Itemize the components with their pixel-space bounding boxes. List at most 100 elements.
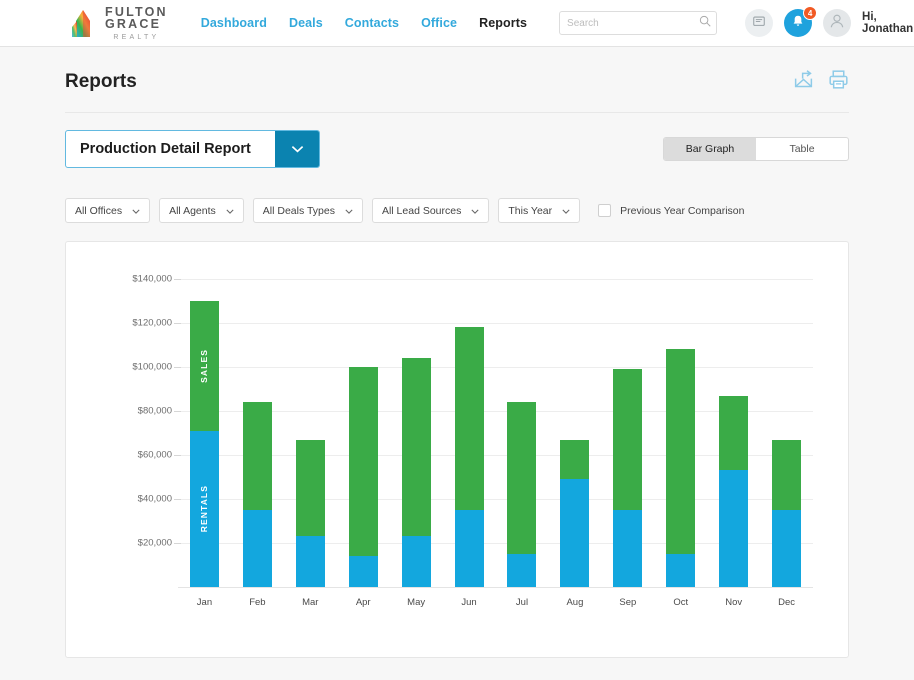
- chevron-down-icon: [471, 205, 479, 217]
- filter-deal-types-label: All Deals Types: [262, 204, 335, 217]
- bar-segment-rentals[interactable]: [772, 510, 802, 587]
- x-axis-label: Sep: [619, 597, 637, 608]
- avatar[interactable]: [823, 9, 852, 37]
- fulton-grace-house-icon: [70, 8, 96, 38]
- bar-segment-sales[interactable]: [454, 327, 484, 510]
- chevron-down-icon: [226, 205, 234, 217]
- stacked-bar[interactable]: [454, 327, 484, 587]
- y-axis-label: $120,000: [132, 317, 172, 329]
- x-axis-label: Apr: [355, 597, 371, 608]
- x-axis-label: Nov: [725, 597, 743, 608]
- brand-name: FULTON GRACE: [105, 4, 168, 31]
- bar-segment-rentals[interactable]: [666, 554, 696, 587]
- filter-agents[interactable]: All Agents: [159, 198, 244, 223]
- x-axis-label: Feb: [249, 597, 266, 608]
- bar-segment-sales[interactable]: [666, 349, 696, 554]
- bar-segment-rentals[interactable]: [242, 510, 272, 587]
- bar-segment-rentals[interactable]: [507, 554, 537, 587]
- x-axis-label: May: [407, 597, 426, 608]
- chart-card: $20,000 $40,000 $60,000 $80,000 $100,000 $120…: [65, 241, 849, 658]
- messages-button[interactable]: [745, 9, 774, 37]
- greeting-label: Hi, Jonathan: [862, 11, 914, 35]
- bar-segment-sales[interactable]: [507, 402, 537, 554]
- bar-column[interactable]: Jun: [443, 242, 496, 608]
- stacked-bar[interactable]: [507, 402, 537, 587]
- user-avatar-icon: [828, 12, 846, 35]
- nav-item-deals[interactable]: Deals: [289, 16, 323, 30]
- stacked-bar[interactable]: [560, 439, 590, 587]
- nav-item-dashboard[interactable]: Dashboard: [201, 16, 267, 30]
- bar-segment-rentals[interactable]: [613, 510, 643, 587]
- chevron-down-icon: [562, 205, 570, 217]
- stacked-bar[interactable]: [295, 439, 325, 587]
- bar-column[interactable]: Mar: [284, 242, 337, 608]
- toggle-table[interactable]: Table: [756, 138, 848, 160]
- brand-logo[interactable]: FULTON GRACE REALTY: [70, 4, 168, 41]
- filter-period[interactable]: This Year: [498, 198, 581, 223]
- stacked-bar[interactable]: [772, 439, 802, 587]
- bar-column[interactable]: Jul: [496, 242, 549, 608]
- bar-segment-sales[interactable]: [613, 369, 643, 510]
- bar-segment-rentals[interactable]: [348, 556, 378, 587]
- filter-lead-sources[interactable]: All Lead Sources: [371, 198, 490, 223]
- nav-item-contacts[interactable]: Contacts: [345, 16, 399, 30]
- x-axis-label: Jun: [461, 597, 477, 608]
- bar-segment-sales[interactable]: [401, 358, 431, 537]
- bar-group: SALES RENTALS Jan Feb Mar Apr May Jun Jul Aug Sep O…: [178, 242, 813, 608]
- toggle-bar-graph[interactable]: Bar Graph: [664, 138, 756, 160]
- previous-year-comparison-checkbox[interactable]: [598, 204, 612, 217]
- bar-column[interactable]: Nov: [707, 242, 760, 608]
- bar-segment-sales[interactable]: SALES: [189, 301, 219, 431]
- bar-segment-sales[interactable]: [348, 367, 378, 557]
- bar-segment-rentals[interactable]: RENTALS: [189, 430, 219, 587]
- stacked-bar[interactable]: [613, 369, 643, 587]
- bar-column[interactable]: May: [390, 242, 443, 608]
- x-axis-label: Aug: [566, 597, 584, 608]
- bar-column[interactable]: Aug: [548, 242, 601, 608]
- bar-segment-sales[interactable]: [560, 439, 590, 480]
- bar-segment-sales[interactable]: [242, 402, 272, 510]
- nav-item-reports[interactable]: Reports: [479, 16, 527, 30]
- printer-icon[interactable]: [828, 69, 849, 95]
- stacked-bar[interactable]: [348, 367, 378, 587]
- bar-column[interactable]: Apr: [337, 242, 390, 608]
- report-type-select[interactable]: Production Detail Report: [65, 130, 320, 168]
- bar-segment-rentals[interactable]: [719, 470, 749, 587]
- y-axis-label: $80,000: [137, 405, 172, 417]
- bar-column[interactable]: Oct: [654, 242, 707, 608]
- stacked-bar[interactable]: [719, 395, 749, 587]
- x-axis-label: Jul: [515, 597, 529, 608]
- bar-column[interactable]: SALES RENTALS Jan: [178, 242, 231, 608]
- top-navigation-bar: FULTON GRACE REALTY Dashboard Deals Cont…: [0, 0, 914, 47]
- chevron-down-icon: [132, 205, 140, 217]
- bar-segment-sales[interactable]: [295, 439, 325, 537]
- bar-column[interactable]: Sep: [601, 242, 654, 608]
- chevron-down-icon: [345, 205, 353, 217]
- filter-offices-label: All Offices: [75, 204, 123, 217]
- stacked-bar[interactable]: [401, 358, 431, 587]
- bar-segment-rentals[interactable]: [401, 536, 431, 587]
- nav-icon-group: 4: [745, 6, 852, 37]
- view-mode-toggle: Bar Graph Table: [663, 137, 849, 161]
- user-menu[interactable]: Hi, Jonathan: [862, 11, 914, 35]
- share-export-icon[interactable]: [793, 69, 814, 95]
- bar-segment-rentals[interactable]: [454, 510, 484, 587]
- nav-item-office[interactable]: Office: [421, 16, 457, 30]
- notifications-button[interactable]: 4: [784, 6, 818, 37]
- filter-offices[interactable]: All Offices: [65, 198, 151, 223]
- bar-segment-sales[interactable]: [772, 439, 802, 510]
- filter-deal-types[interactable]: All Deals Types: [252, 198, 363, 223]
- bar-segment-rentals[interactable]: [295, 536, 325, 587]
- search-box[interactable]: [559, 11, 718, 35]
- stacked-bar[interactable]: [666, 349, 696, 587]
- stacked-bar[interactable]: [242, 402, 272, 587]
- report-type-value: Production Detail Report: [80, 141, 251, 157]
- bar-column[interactable]: Dec: [760, 242, 813, 608]
- bar-segment-sales[interactable]: [719, 395, 749, 471]
- bar-column[interactable]: Feb: [231, 242, 284, 608]
- previous-year-comparison-control[interactable]: Previous Year Comparison: [598, 204, 744, 217]
- stacked-bar[interactable]: SALES RENTALS: [189, 301, 219, 587]
- chevron-down-icon[interactable]: [275, 131, 319, 167]
- bar-segment-rentals[interactable]: [560, 479, 590, 587]
- search-input[interactable]: [567, 17, 700, 29]
